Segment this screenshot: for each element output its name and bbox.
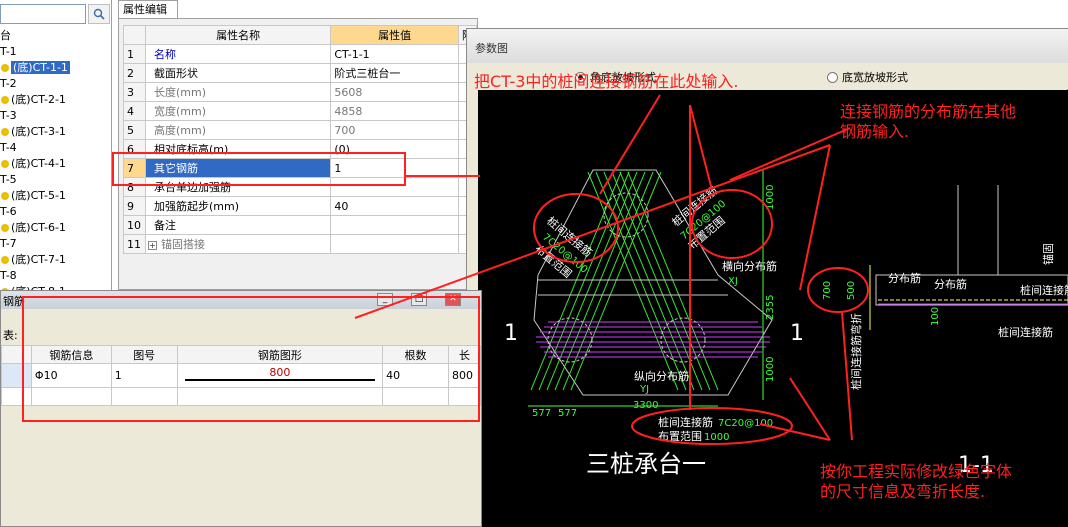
annotation-arrow: [689, 104, 713, 191]
annotation-note-modify-line2: 的尺寸信息及弯折长度.: [820, 482, 986, 501]
annotation-arrow: [729, 127, 851, 181]
annotation-box-rebar-table: [22, 296, 480, 422]
annotation-ellipse: [533, 193, 619, 263]
annotation-arrow: [789, 377, 831, 441]
annotation-arrow: [799, 144, 831, 291]
annotation-arrow: [599, 94, 661, 195]
annotation-ellipse: [691, 189, 773, 259]
annotation-arrow: [841, 311, 853, 441]
annotation-note-input-here: 把CT-3中的桩间连接钢筋在此处输入.: [474, 72, 739, 91]
screen: 台 T-1 (底)CT-1-1 T-2 (底)CT-2-1 T-3 (底)CT-3-1 T-4…: [0, 0, 1068, 527]
annotation-box-other-rebar: [112, 152, 406, 186]
annotation-ellipse: [807, 267, 869, 313]
annotation-arrow: [354, 144, 831, 319]
annotation-note-dist-line2: 钢筋输入.: [840, 122, 910, 141]
